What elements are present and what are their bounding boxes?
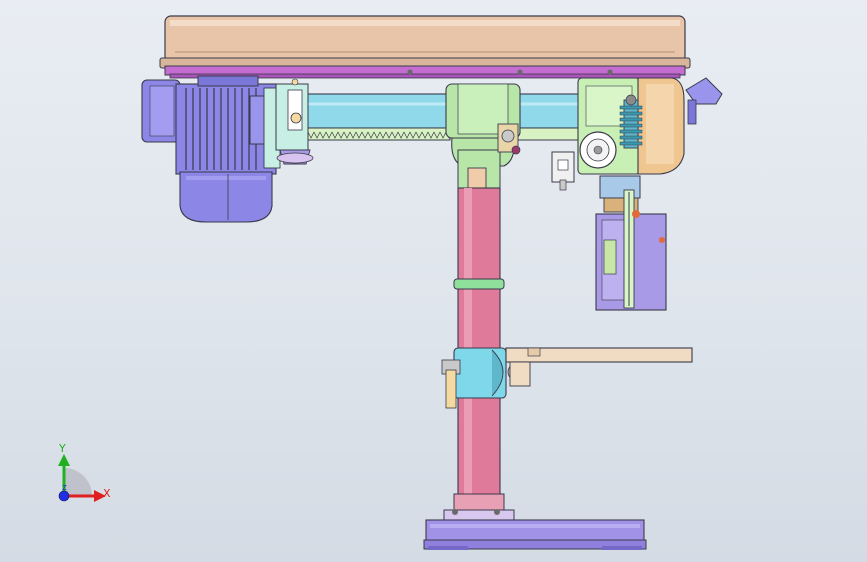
- spring-coil: [619, 123, 643, 128]
- support-tube[interactable]: [299, 93, 591, 129]
- drill-press-model[interactable]: [0, 0, 867, 562]
- spring-coil: [619, 129, 643, 134]
- pulley-guard[interactable]: [637, 77, 685, 175]
- table-arm[interactable]: [505, 347, 693, 387]
- motor-mount[interactable]: [275, 83, 314, 165]
- switch-box[interactable]: [551, 151, 575, 191]
- column[interactable]: [457, 187, 501, 497]
- guard-latch[interactable]: [685, 77, 723, 125]
- spring-coil: [619, 135, 643, 140]
- column-ring: [453, 278, 505, 290]
- z-axis-dot: [58, 490, 70, 502]
- y-axis-label: Y: [59, 442, 66, 455]
- cad-viewport[interactable]: Y X Z: [0, 0, 867, 562]
- spring-coil: [619, 117, 643, 122]
- view-triad[interactable]: [58, 454, 106, 502]
- spindle-housing[interactable]: [595, 175, 667, 311]
- x-axis-label: X: [103, 487, 111, 500]
- spring-coil: [619, 105, 643, 110]
- motor[interactable]: [141, 75, 281, 223]
- feed-pulley[interactable]: [579, 131, 617, 169]
- spring-coil: [619, 141, 643, 146]
- spring-coil: [619, 111, 643, 116]
- base[interactable]: [423, 519, 647, 550]
- rack: [299, 127, 586, 141]
- z-axis-label: Z: [62, 484, 67, 492]
- y-axis-arrow: [58, 454, 70, 466]
- head-cover[interactable]: [159, 15, 691, 79]
- column-flange: [443, 493, 515, 521]
